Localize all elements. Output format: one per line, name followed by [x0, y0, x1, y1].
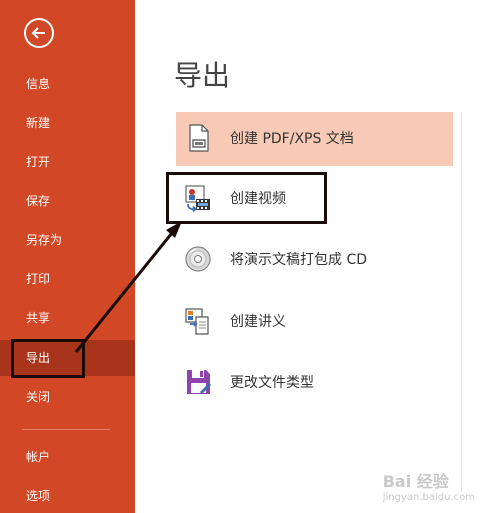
sidebar-item-close[interactable]: 关闭	[0, 379, 135, 415]
video-icon	[185, 185, 210, 213]
export-option-pdf-xps[interactable]: 创建 PDF/XPS 文档	[176, 112, 453, 166]
back-button[interactable]	[24, 18, 54, 48]
panel-divider	[461, 112, 462, 492]
page-title: 导出	[174, 59, 231, 92]
export-option-label: 更改文件类型	[230, 375, 314, 391]
back-arrow-icon	[31, 27, 45, 39]
backstage-sidebar: 信息 新建 打开 保存 另存为 打印 共享 导出 关闭 帐户 选项	[0, 0, 135, 513]
sidebar-item-new[interactable]: 新建	[0, 105, 135, 141]
sidebar-item-save[interactable]: 保存	[0, 183, 135, 219]
sidebar-item-info[interactable]: 信息	[0, 66, 135, 102]
export-option-label: 创建视频	[230, 191, 286, 207]
sidebar-item-share[interactable]: 共享	[0, 300, 135, 336]
backstage-view: 信息 新建 打开 保存 另存为 打印 共享 导出 关闭 帐户 选项 导出 创建 …	[0, 0, 489, 513]
sidebar-item-options[interactable]: 选项	[0, 478, 135, 513]
sidebar-divider	[22, 429, 110, 430]
export-option-label: 创建讲义	[230, 314, 286, 330]
save-disk-icon	[187, 370, 211, 394]
sidebar-item-open[interactable]: 打开	[0, 144, 135, 180]
sidebar-item-export[interactable]: 导出	[0, 340, 135, 376]
sidebar-item-save-as[interactable]: 另存为	[0, 222, 135, 258]
export-option-package-cd[interactable]: 将演示文稿打包成 CD	[176, 233, 453, 287]
export-option-create-handouts[interactable]: 创建讲义	[176, 295, 453, 349]
export-option-create-video[interactable]: 创建视频	[176, 172, 453, 226]
export-option-label: 创建 PDF/XPS 文档	[230, 131, 354, 147]
export-option-change-file-type[interactable]: 更改文件类型	[176, 356, 453, 410]
handout-icon	[185, 308, 209, 335]
watermark-logo: Bai 经验 jingyan.baidu.com	[383, 468, 475, 503]
sidebar-item-account[interactable]: 帐户	[0, 439, 135, 475]
pdf-document-icon	[189, 124, 209, 152]
cd-icon	[185, 246, 211, 272]
watermark-url: jingyan.baidu.com	[382, 492, 475, 503]
export-option-label: 将演示文稿打包成 CD	[230, 252, 368, 268]
watermark-brand: Bai 经验	[382, 472, 449, 491]
sidebar-item-print[interactable]: 打印	[0, 261, 135, 297]
